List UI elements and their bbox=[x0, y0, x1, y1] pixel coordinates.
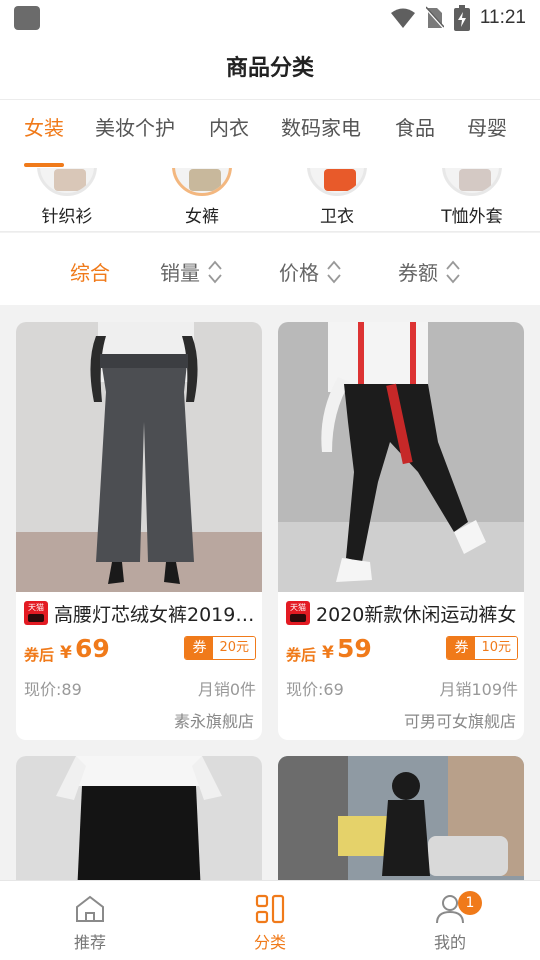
product-card[interactable] bbox=[278, 756, 524, 880]
product-grid: 天猫 高腰灯芯绒女裤2019秋冬新款 券后 ¥ 69 券 20元 现价:89 月… bbox=[0, 305, 540, 880]
subcategory-label: 卫衣 bbox=[320, 207, 354, 227]
coupon-value: 20元 bbox=[213, 637, 255, 659]
subcategory-label: T恤外套 bbox=[441, 207, 503, 227]
subcategory-thumbnail bbox=[37, 168, 97, 196]
tab-beauty-care[interactable]: 美妆个护 bbox=[95, 112, 175, 141]
nav-mine[interactable]: 1 我的 bbox=[360, 881, 540, 960]
category-grid-icon bbox=[255, 894, 285, 924]
sort-label: 价格 bbox=[279, 261, 319, 285]
product-image bbox=[278, 322, 524, 592]
product-title-row: 天猫 2020新款休闲运动裤女 bbox=[286, 598, 518, 628]
price-row: 券后 ¥ 59 券 10元 bbox=[286, 634, 518, 668]
subcategory-knitwear[interactable]: 针织衫 bbox=[2, 168, 132, 231]
tab-digital-appliances[interactable]: 数码家电 bbox=[281, 112, 361, 141]
subcategory-row: 针织衫 女裤 卫衣 T恤外套 bbox=[0, 168, 540, 232]
coupon-label: 券 bbox=[185, 637, 214, 659]
subcategory-thumbnail bbox=[307, 168, 367, 196]
subcategory-thumbnail bbox=[442, 168, 502, 196]
sort-label: 综合 bbox=[70, 261, 110, 285]
wifi-icon bbox=[390, 8, 415, 28]
nav-category[interactable]: 分类 bbox=[180, 881, 360, 960]
monthly-sales: 月销0件 bbox=[197, 680, 256, 699]
product-card[interactable]: 天猫 高腰灯芯绒女裤2019秋冬新款 券后 ¥ 69 券 20元 现价:89 月… bbox=[16, 322, 262, 740]
product-card[interactable]: 天猫 2020新款休闲运动裤女 券后 ¥ 59 券 10元 现价:69 月销10… bbox=[278, 322, 524, 740]
sort-price[interactable]: 价格 bbox=[279, 257, 341, 286]
subcategory-thumbnail bbox=[172, 168, 232, 196]
status-icons: 11:21 bbox=[390, 4, 526, 32]
product-card[interactable] bbox=[16, 756, 262, 880]
coupon-badge: 券 20元 bbox=[184, 636, 256, 660]
subcategory-pants[interactable]: 女裤 bbox=[137, 168, 267, 231]
sort-label: 销量 bbox=[160, 261, 200, 285]
bottom-navigation: 推荐 分类 1 我的 bbox=[0, 880, 540, 960]
current-price: 现价:89 bbox=[24, 680, 82, 699]
app-notification-icon bbox=[14, 6, 40, 30]
nav-label: 推荐 bbox=[73, 933, 106, 952]
tab-mother-baby[interactable]: 母婴 bbox=[467, 112, 507, 141]
current-price: 现价:69 bbox=[286, 680, 344, 699]
sort-coupon-amount[interactable]: 券额 bbox=[398, 257, 460, 286]
nav-recommend[interactable]: 推荐 bbox=[0, 881, 180, 960]
currency-symbol: ¥ bbox=[60, 643, 72, 663]
tmall-badge-icon: 天猫 bbox=[24, 601, 48, 625]
page-title: 商品分类 bbox=[225, 56, 314, 81]
shop-name: 素永旗舰店 bbox=[173, 712, 254, 731]
coupon-value: 10元 bbox=[475, 637, 517, 659]
home-icon bbox=[76, 895, 104, 922]
sort-sales[interactable]: 销量 bbox=[160, 257, 222, 286]
sort-updown-icon bbox=[446, 259, 460, 285]
subcategory-label: 针织衫 bbox=[41, 207, 93, 227]
sort-label: 券额 bbox=[398, 261, 438, 285]
monthly-sales: 月销109件 bbox=[439, 680, 518, 699]
nav-label: 我的 bbox=[433, 933, 466, 952]
tab-underwear[interactable]: 内衣 bbox=[209, 112, 249, 141]
no-sim-icon bbox=[425, 6, 444, 29]
category-tabs: 女装 美妆个护 内衣 数码家电 食品 母婴 bbox=[0, 100, 540, 168]
coupon-label: 券 bbox=[447, 637, 476, 659]
active-tab-indicator bbox=[24, 163, 64, 167]
currency-symbol: ¥ bbox=[322, 643, 334, 663]
product-image bbox=[278, 756, 524, 880]
clock: 11:21 bbox=[479, 7, 526, 28]
tab-food[interactable]: 食品 bbox=[395, 112, 435, 141]
after-coupon-label: 券后 bbox=[24, 646, 55, 664]
battery-charging-icon bbox=[453, 5, 470, 31]
product-image bbox=[16, 322, 262, 592]
price-row: 券后 ¥ 69 券 20元 bbox=[24, 634, 256, 668]
header: 商品分类 bbox=[0, 36, 540, 100]
product-title: 高腰灯芯绒女裤2019秋冬新款 bbox=[54, 603, 256, 626]
sort-updown-icon bbox=[327, 259, 341, 285]
coupon-badge: 券 10元 bbox=[446, 636, 518, 660]
tab-women-clothing[interactable]: 女装 bbox=[24, 112, 64, 141]
product-title-row: 天猫 高腰灯芯绒女裤2019秋冬新款 bbox=[24, 598, 256, 628]
subcategory-label: 女裤 bbox=[185, 207, 219, 227]
sort-updown-icon bbox=[208, 259, 222, 285]
product-title: 2020新款休闲运动裤女 bbox=[316, 603, 517, 626]
nav-label: 分类 bbox=[253, 933, 286, 952]
sort-bar: 综合 销量 价格 券额 bbox=[0, 233, 540, 305]
product-image bbox=[16, 756, 262, 880]
meta-row: 现价:89 月销0件 bbox=[24, 676, 256, 702]
tmall-badge-icon: 天猫 bbox=[286, 601, 310, 625]
sort-comprehensive[interactable]: 综合 bbox=[70, 257, 110, 286]
status-bar: 11:21 bbox=[0, 0, 540, 36]
coupon-price: 59 bbox=[337, 634, 372, 663]
meta-row: 现价:69 月销109件 bbox=[286, 676, 518, 702]
shop-name: 可男可女旗舰店 bbox=[403, 712, 516, 731]
notification-badge: 1 bbox=[458, 891, 482, 915]
subcategory-tshirt-jacket[interactable]: T恤外套 bbox=[407, 168, 537, 231]
after-coupon-label: 券后 bbox=[286, 646, 317, 664]
subcategory-hoodie[interactable]: 卫衣 bbox=[272, 168, 402, 231]
coupon-price: 69 bbox=[75, 634, 110, 663]
